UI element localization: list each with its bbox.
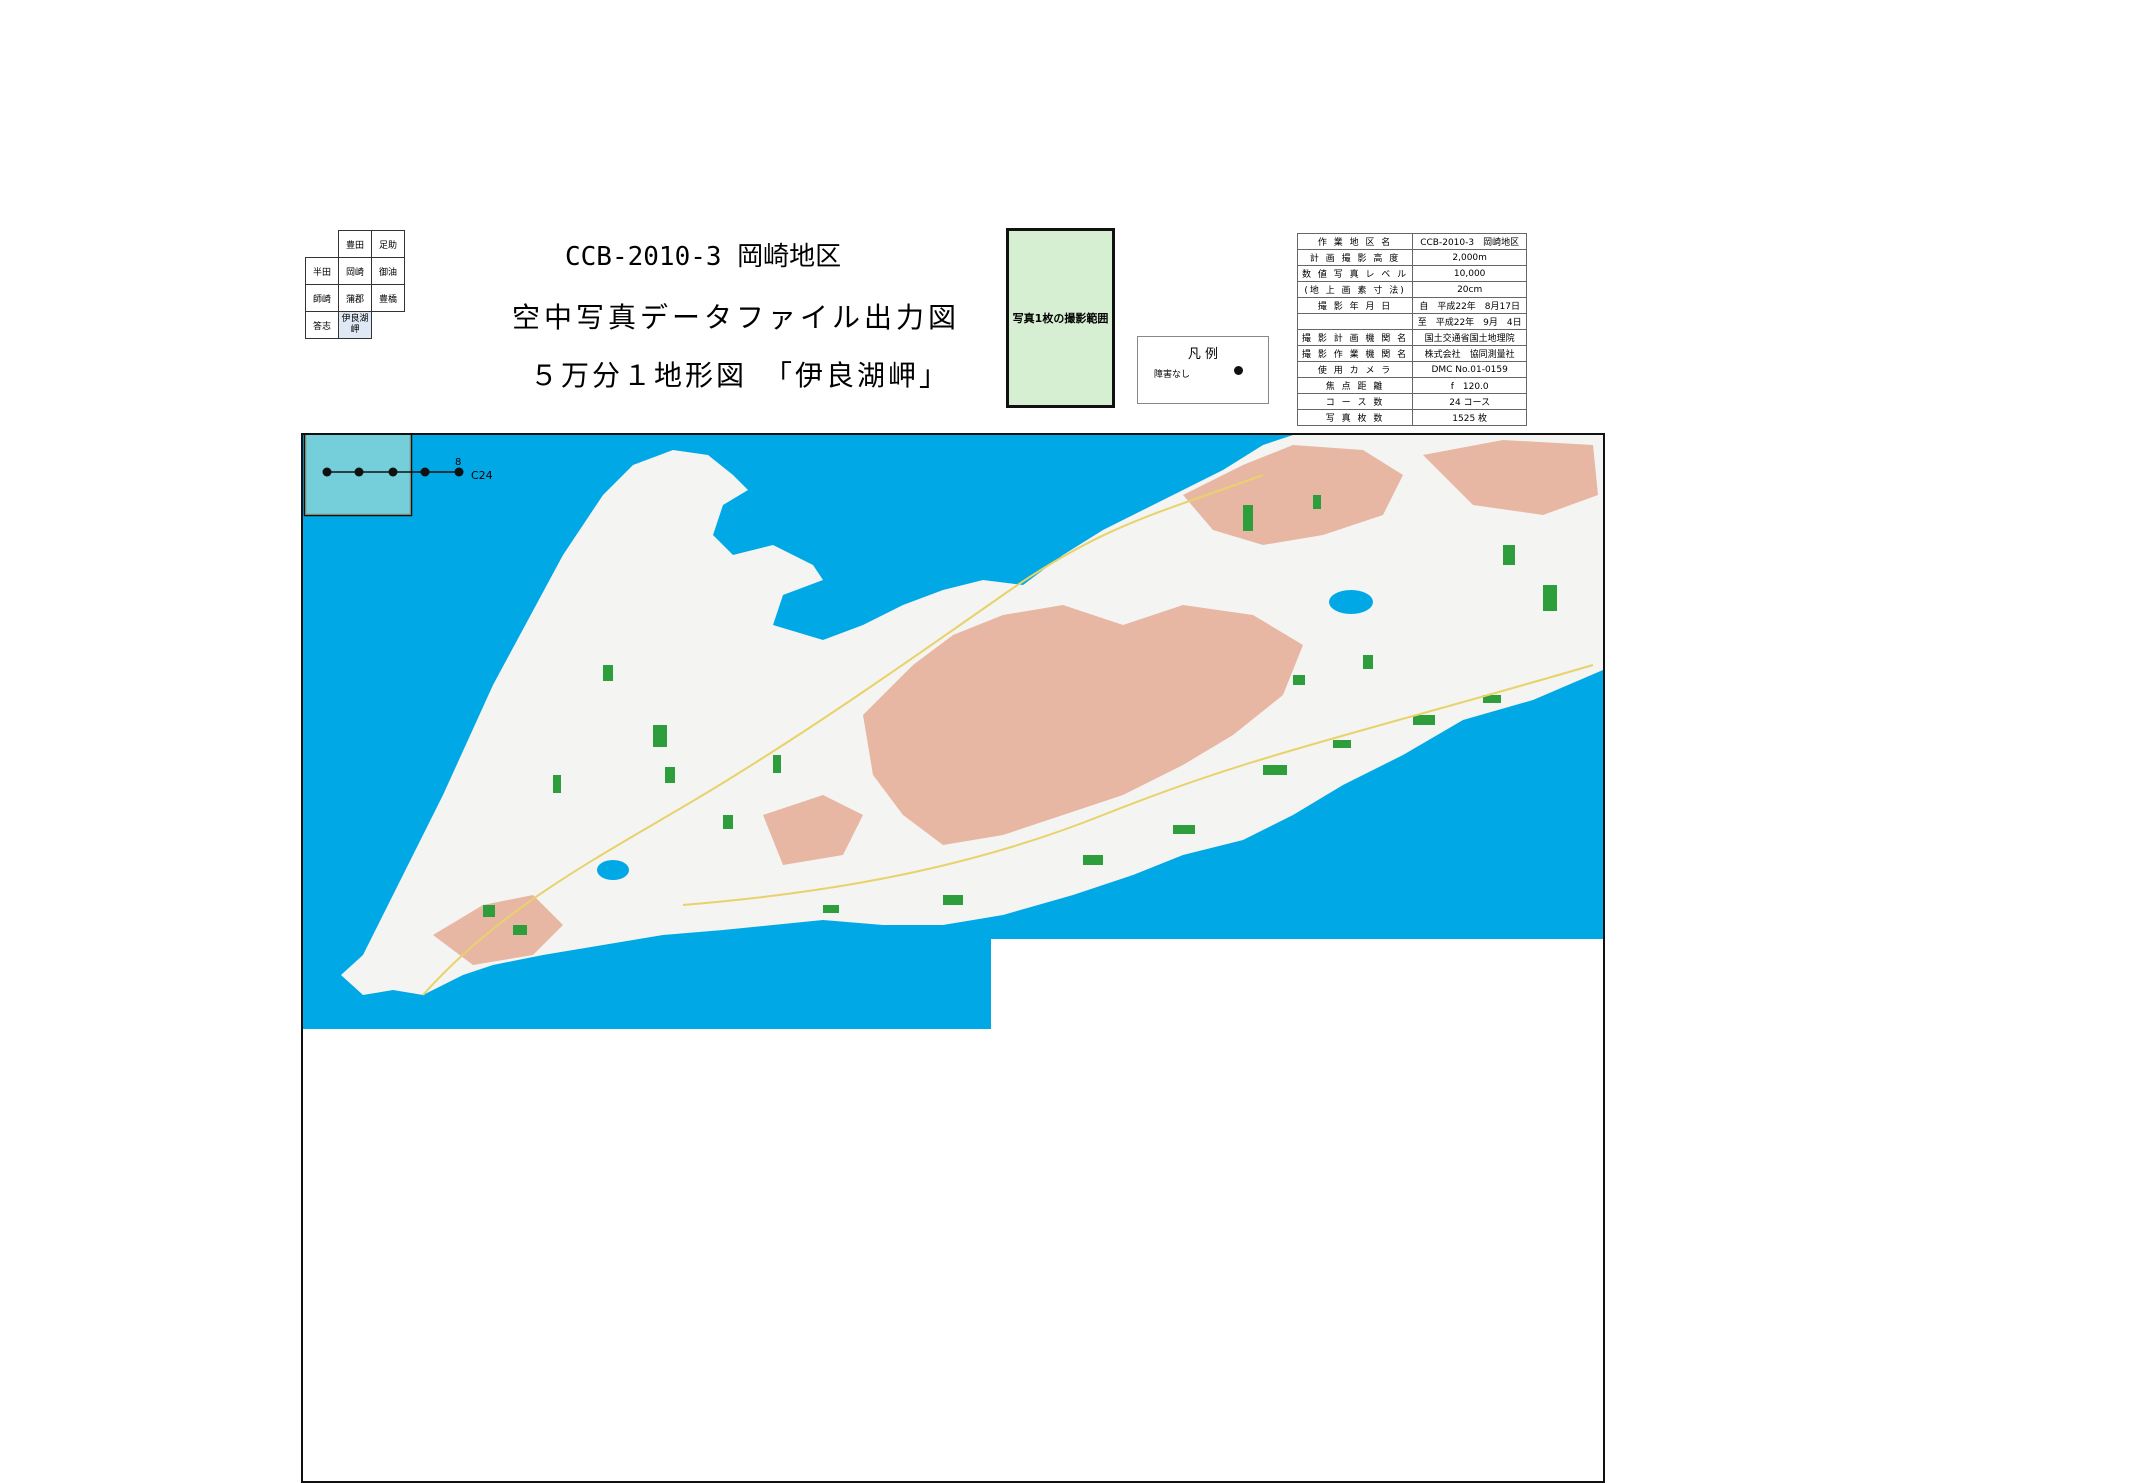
info-row: コ ー ス 数 24 コース bbox=[1296, 393, 1528, 410]
forest-patch bbox=[1263, 765, 1287, 775]
index-cell: 蒲郡 bbox=[338, 284, 372, 312]
forest-patch bbox=[823, 905, 839, 913]
info-value: 2,000m bbox=[1412, 249, 1528, 266]
info-row: 撮 影 計 画 機 関 名国土交通省国土地理院 bbox=[1296, 329, 1528, 346]
index-cell: 答志 bbox=[305, 311, 339, 339]
forest-patch bbox=[1173, 825, 1195, 834]
legend-dot-icon bbox=[1234, 366, 1243, 375]
info-value: 自 平成22年 8月17日 bbox=[1412, 297, 1528, 314]
info-row: 撮 影 年 月 日自 平成22年 8月17日 bbox=[1296, 297, 1528, 314]
photo-center-dot bbox=[454, 467, 464, 477]
info-key: 焦 点 距 離 bbox=[1296, 377, 1414, 394]
info-key: 計 画 撮 影 高 度 bbox=[1296, 249, 1414, 266]
photo-center-dot bbox=[420, 467, 430, 477]
info-value: DMC No.01-0159 bbox=[1412, 361, 1528, 378]
course-label: C24 bbox=[471, 469, 493, 482]
forest-patch bbox=[1363, 655, 1373, 669]
info-row: 焦 点 距 離f 120.0 bbox=[1296, 377, 1528, 394]
legend: 凡 例 障害なし bbox=[1137, 336, 1269, 404]
index-cell: 御油 bbox=[371, 257, 405, 285]
forest-patch bbox=[1293, 675, 1305, 685]
info-value: 10,000 bbox=[1412, 265, 1528, 282]
forest-patch bbox=[1333, 740, 1351, 748]
title-line-3: ５万分１地形図 「伊良湖岬」 bbox=[530, 359, 951, 392]
forest-patch bbox=[1243, 505, 1253, 531]
forest-patch bbox=[513, 925, 527, 935]
index-cell: 師崎 bbox=[305, 284, 339, 312]
info-row: (地 上 画 素 寸 法) 20cm bbox=[1296, 281, 1528, 298]
info-table: 作 業 地 区 名 CCB-2010-3 岡崎地区計 画 撮 影 高 度 2,000… bbox=[1296, 233, 1528, 426]
info-value: 国土交通省国土地理院 bbox=[1412, 329, 1528, 346]
pond bbox=[597, 860, 629, 880]
info-value: 1525 枚 bbox=[1412, 409, 1528, 426]
info-row: 使 用 カ メ ラ DMC No.01-0159 bbox=[1296, 361, 1528, 378]
forest-patch bbox=[943, 895, 963, 905]
info-row: 計 画 撮 影 高 度 2,000m bbox=[1296, 249, 1528, 266]
forest-patch bbox=[1543, 585, 1557, 611]
info-key bbox=[1296, 313, 1414, 330]
info-value: 株式会社 協同測量社 bbox=[1412, 345, 1528, 362]
index-cell: 伊良湖岬 bbox=[338, 311, 372, 339]
photo-center-dot bbox=[388, 467, 398, 477]
forest-patch bbox=[1413, 715, 1435, 725]
title-line-1: CCB-2010-3 岡崎地区 bbox=[565, 242, 842, 272]
info-row: 数 値 写 真 レ ベ ル 10,000 bbox=[1296, 265, 1528, 282]
forest-patch bbox=[1313, 495, 1321, 509]
forest-patch bbox=[773, 755, 781, 773]
info-row: 撮 影 作 業 機 関 名株式会社 協同測量社 bbox=[1296, 345, 1528, 362]
forest-patch bbox=[603, 665, 613, 681]
photo-center-dot bbox=[322, 467, 332, 477]
index-cell bbox=[306, 231, 339, 258]
title-line-2: 空中写真データファイル出力図 bbox=[512, 301, 961, 334]
info-value: 至 平成22年 9月 4日 bbox=[1412, 313, 1528, 330]
index-cell: 岡崎 bbox=[338, 257, 372, 285]
info-key: コ ー ス 数 bbox=[1296, 393, 1414, 410]
info-key: 撮 影 年 月 日 bbox=[1296, 297, 1414, 314]
info-key: 数 値 写 真 レ ベ ル bbox=[1296, 265, 1414, 282]
info-value: f 120.0 bbox=[1412, 377, 1528, 394]
photo-number: 8 bbox=[455, 457, 461, 468]
info-key: 使 用 カ メ ラ bbox=[1296, 361, 1414, 378]
forest-patch bbox=[723, 815, 733, 829]
info-key: 写 真 枚 数 bbox=[1296, 409, 1414, 426]
pond bbox=[1329, 590, 1373, 614]
index-grid: 豊田 足助半田 岡崎 御油師崎 蒲郡 豊橋答志 伊良湖岬 bbox=[305, 230, 405, 339]
photo-extent-box: 写真1枚の撮影範囲 bbox=[1006, 228, 1115, 408]
index-cell bbox=[372, 312, 405, 339]
legend-item-label: 障害なし bbox=[1154, 370, 1191, 380]
forest-patch bbox=[553, 775, 561, 793]
info-value: CCB-2010-3 岡崎地区 bbox=[1412, 233, 1528, 250]
map-canvas: C24 8 bbox=[303, 435, 1603, 1029]
info-row: 至 平成22年 9月 4日 bbox=[1296, 313, 1528, 330]
info-value: 24 コース bbox=[1412, 393, 1528, 410]
index-cell: 豊田 bbox=[338, 230, 372, 258]
photo-center-dot bbox=[354, 467, 364, 477]
legend-title: 凡 例 bbox=[1187, 347, 1219, 362]
info-key: 撮 影 計 画 機 関 名 bbox=[1296, 329, 1414, 346]
map-frame: C24 8 bbox=[301, 433, 1605, 1483]
forest-patch bbox=[665, 767, 675, 783]
index-cell: 半田 bbox=[305, 257, 339, 285]
forest-patch bbox=[653, 725, 667, 747]
info-key: (地 上 画 素 寸 法) bbox=[1296, 281, 1414, 298]
index-cell: 豊橋 bbox=[371, 284, 405, 312]
info-row: 写 真 枚 数 1525 枚 bbox=[1296, 409, 1528, 426]
info-key: 撮 影 作 業 機 関 名 bbox=[1296, 345, 1414, 362]
forest-patch bbox=[1083, 855, 1103, 865]
info-row: 作 業 地 区 名 CCB-2010-3 岡崎地区 bbox=[1296, 233, 1528, 250]
info-key: 作 業 地 区 名 bbox=[1296, 233, 1414, 250]
index-cell: 足助 bbox=[371, 230, 405, 258]
forest-patch bbox=[1503, 545, 1515, 565]
forest-patch bbox=[483, 905, 495, 917]
info-value: 20cm bbox=[1412, 281, 1528, 298]
photo-extent-label: 写真1枚の撮影範囲 bbox=[1012, 312, 1109, 325]
